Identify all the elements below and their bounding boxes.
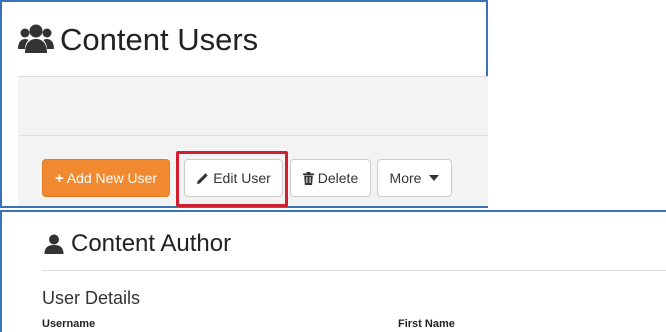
more-label: More: [389, 170, 422, 186]
divider: [42, 270, 666, 271]
add-new-user-button[interactable]: + Add New User: [42, 159, 170, 197]
add-new-user-label: Add New User: [66, 170, 158, 186]
author-title: Content Author: [71, 230, 232, 257]
more-dropdown-button[interactable]: More: [377, 159, 452, 197]
divider: [18, 135, 488, 136]
user-icon: [44, 234, 64, 254]
delete-label: Delete: [317, 170, 359, 186]
author-title-row: Content Author: [44, 230, 231, 258]
page-title: Content Users: [60, 21, 259, 57]
section-title: User Details: [42, 288, 141, 308]
pencil-icon: [197, 172, 208, 184]
username-label: Username: [42, 318, 96, 330]
panel-header: Content Users: [2, 2, 486, 75]
content-users-panel: Content Users + Add New User Edit User D…: [0, 0, 488, 208]
edit-user-label: Edit User: [213, 170, 271, 186]
toolbar-area: + Add New User Edit User Delete More: [18, 76, 488, 207]
caret-down-icon: [429, 175, 440, 181]
trash-icon: [302, 171, 314, 185]
users-icon: [18, 24, 54, 53]
page-title-row: Content Users: [18, 23, 258, 55]
delete-button[interactable]: Delete: [290, 159, 371, 197]
plus-icon: +: [54, 169, 64, 187]
first-name-label: First Name: [398, 318, 455, 330]
edit-user-button[interactable]: Edit User: [184, 159, 283, 197]
content-author-panel: Content Author User Details Username Fir…: [0, 210, 666, 332]
